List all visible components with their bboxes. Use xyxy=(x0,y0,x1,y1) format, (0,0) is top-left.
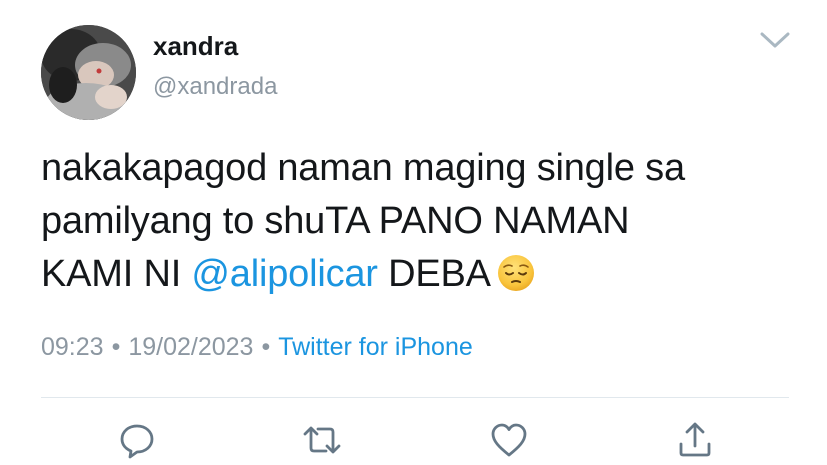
tweet-text-line-3-prefix: KAMI NI xyxy=(41,253,192,295)
tweet-source-link[interactable]: Twitter for iPhone xyxy=(278,333,473,361)
tweet-text-line-3: KAMI NI @alipolicar DEBA xyxy=(41,248,801,301)
pensive-face-icon xyxy=(497,254,535,292)
tweet-text: nakakapagod naman maging single sa pamil… xyxy=(41,142,801,301)
tweet-meta: 09:23 • 19/02/2023 • Twitter for iPhone xyxy=(41,331,473,363)
tweet-time: 09:23 xyxy=(41,333,104,361)
retweet-icon[interactable] xyxy=(302,420,342,460)
reply-icon[interactable] xyxy=(117,420,157,460)
display-name[interactable]: xandra xyxy=(153,30,238,62)
user-handle[interactable]: @xandrada xyxy=(153,72,277,102)
avatar[interactable] xyxy=(41,25,136,120)
mention-link[interactable]: @alipolicar xyxy=(191,253,378,295)
meta-separator: • xyxy=(111,333,121,361)
tweet-card: xandra @xandrada nakakapagod naman magin… xyxy=(0,0,827,465)
meta-separator: • xyxy=(261,333,271,361)
heart-icon[interactable] xyxy=(489,420,529,460)
tweet-text-line-2: pamilyang to shuTA PANO NAMAN xyxy=(41,200,630,242)
divider xyxy=(41,397,789,398)
chevron-down-icon[interactable] xyxy=(758,28,792,52)
tweet-text-line-3-suffix: DEBA xyxy=(377,253,491,295)
tweet-text-line-1: nakakapagod naman maging single sa xyxy=(41,147,685,189)
tweet-date: 19/02/2023 xyxy=(128,333,254,361)
share-icon[interactable] xyxy=(675,420,715,460)
